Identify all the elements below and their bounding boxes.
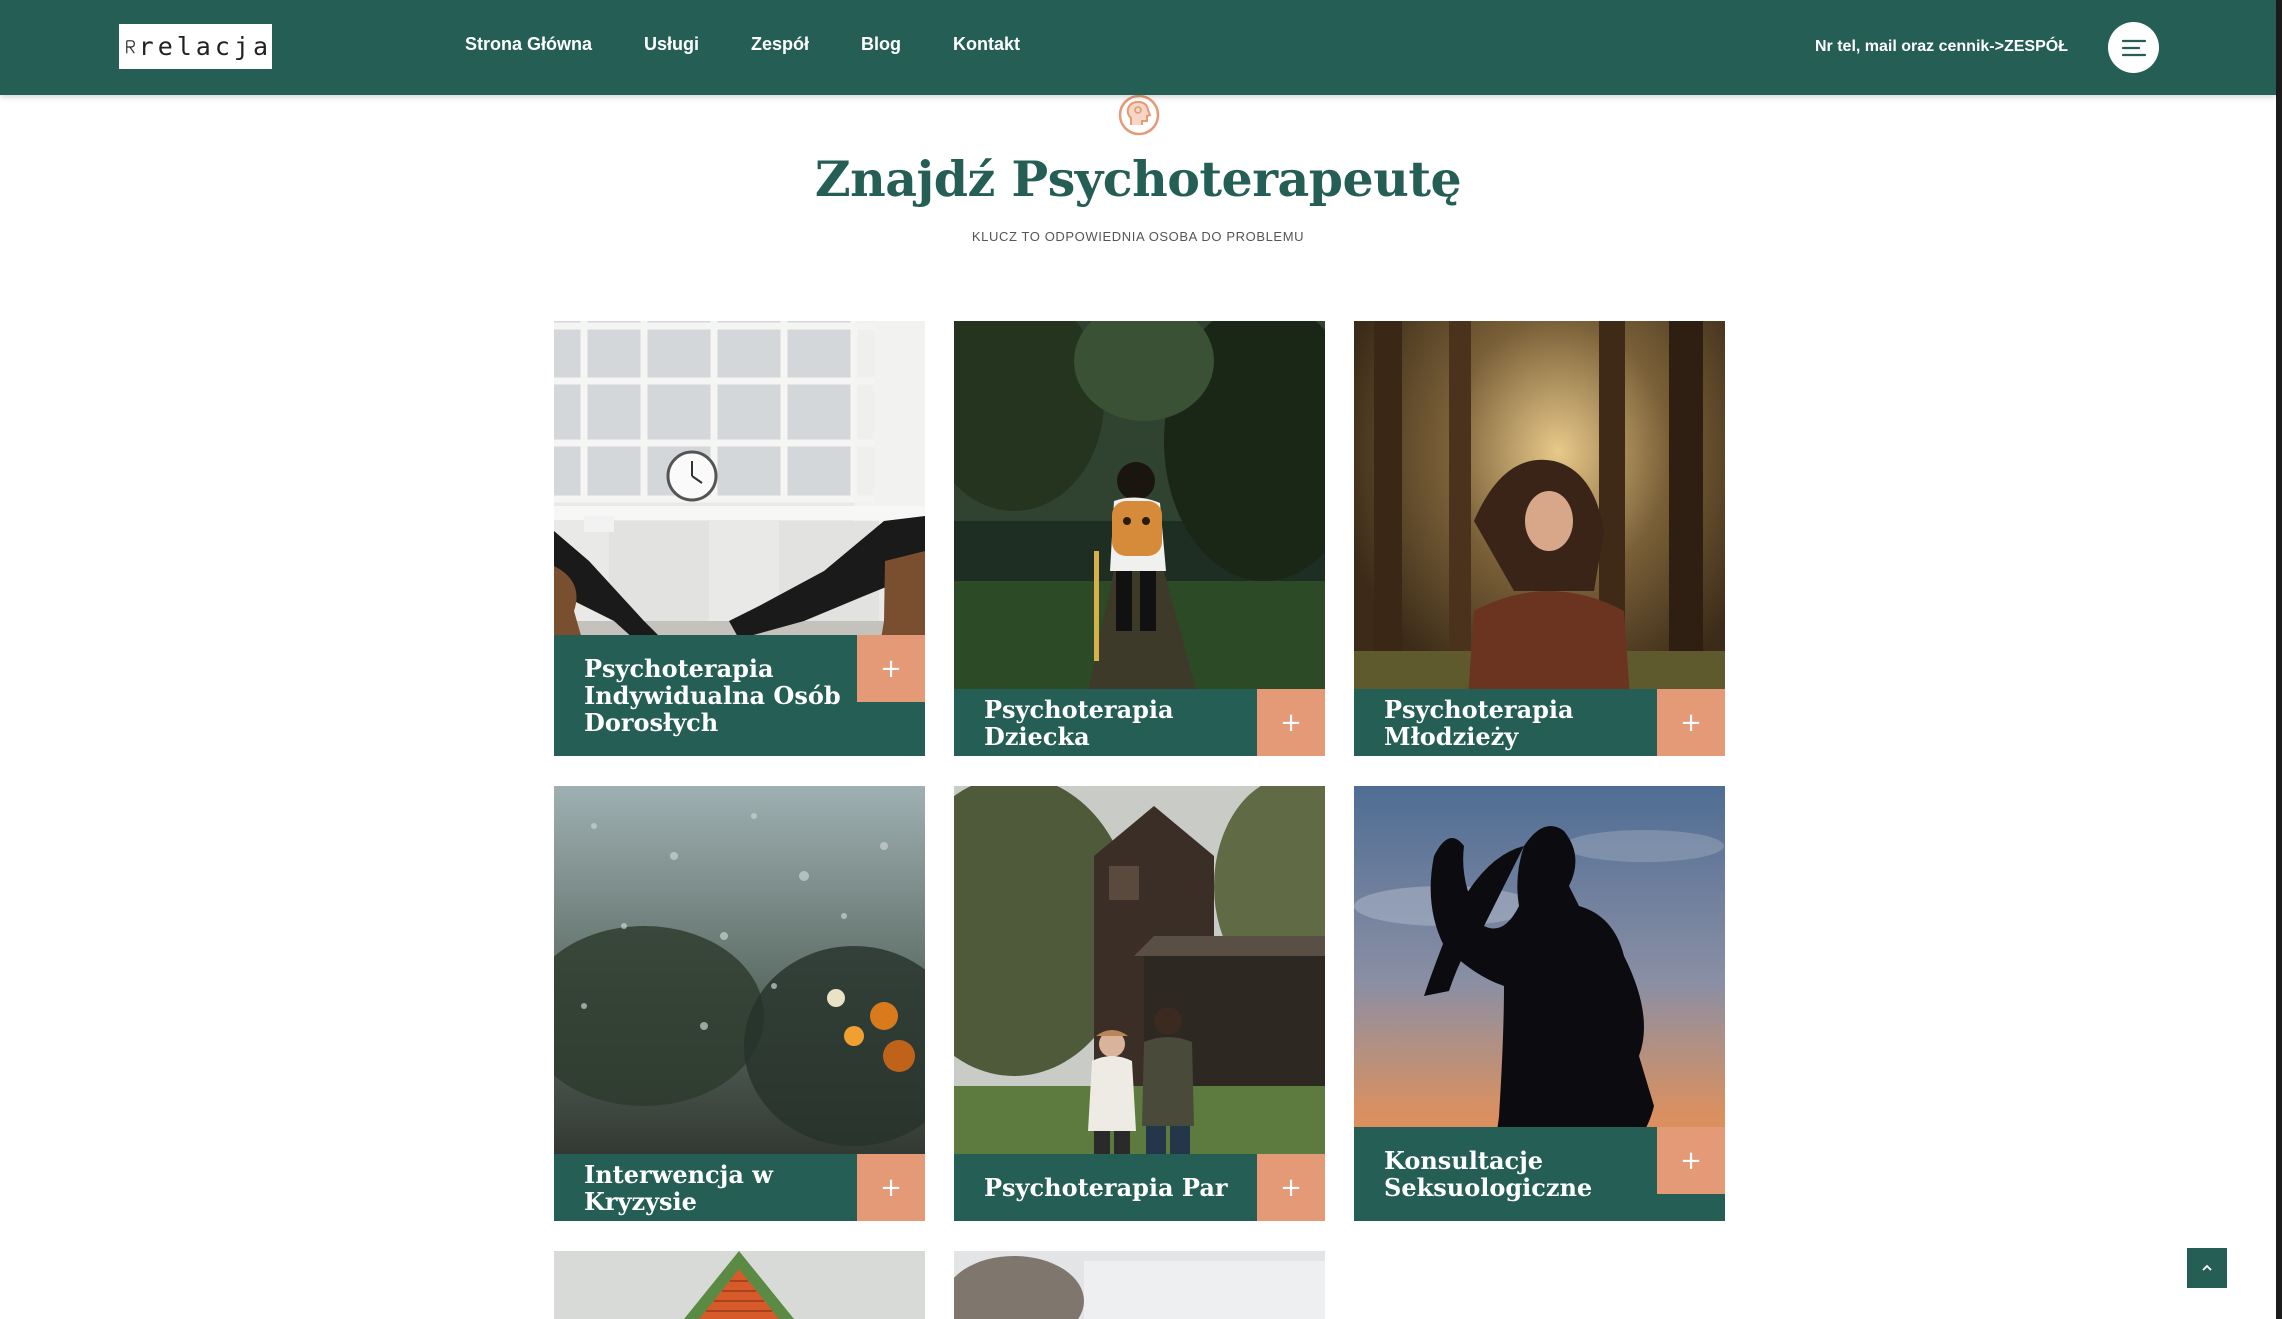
head-icon (1118, 94, 1160, 136)
card-label: Psychoterapia Młodzieży (1354, 689, 1657, 756)
plus-icon: + (880, 1172, 902, 1203)
nav-home[interactable]: Strona Główna (465, 34, 592, 55)
card-label: Psychoterapia Dziecka (954, 689, 1257, 756)
main-nav: Strona Główna Usługi Zespół Blog Kontakt (465, 34, 1072, 55)
logo[interactable]: relacja (119, 24, 272, 69)
plus-icon: + (1680, 707, 1702, 738)
card-title: Psychoterapia Par (984, 1173, 1228, 1202)
plus-icon: + (880, 653, 902, 684)
expand-plus-button[interactable]: + (1257, 1154, 1325, 1221)
card-title: Psychoterapia Młodzieży (1384, 694, 1574, 751)
plus-icon: + (1280, 707, 1302, 738)
card-title: Interwencja w Kryzysie (584, 1159, 773, 1216)
service-card-crisis[interactable]: Interwencja w Kryzysie + (554, 786, 925, 1221)
expand-plus-button[interactable]: + (1257, 689, 1325, 756)
hamburger-icon (2121, 39, 2146, 56)
scroll-to-top-button[interactable] (2187, 1248, 2227, 1288)
menu-button[interactable] (2108, 22, 2159, 73)
contact-note-link[interactable]: Nr tel, mail oraz cennik->ZESPÓŁ (1815, 38, 2068, 56)
nav-services[interactable]: Usługi (644, 34, 699, 55)
plus-icon: + (1280, 1172, 1302, 1203)
section-title: Znajdź Psychoterapeutę (814, 150, 1462, 208)
expand-plus-button[interactable]: + (1657, 689, 1725, 756)
window-edge (2276, 0, 2282, 1319)
plus-icon: + (1680, 1145, 1702, 1176)
card-title: Psychoterapia Indywidualna Osób Dorosłyc… (584, 654, 841, 737)
service-card-couples[interactable]: Psychoterapia Par + (954, 786, 1325, 1221)
service-card-partial[interactable] (554, 1251, 925, 1319)
chevron-up-icon (2202, 1264, 2212, 1271)
card-label: Psychoterapia Indywidualna Osób Dorosłyc… (554, 635, 857, 756)
expand-plus-button[interactable]: + (857, 635, 925, 702)
card-title: Konsultacje Seksuologiczne (1384, 1146, 1593, 1202)
blurred-person-image (954, 1251, 1325, 1319)
expand-plus-button[interactable]: + (857, 1154, 925, 1221)
card-band (857, 702, 925, 756)
card-label: Konsultacje Seksuologiczne (1354, 1127, 1657, 1221)
service-card-individual[interactable]: Psychoterapia Indywidualna Osób Dorosłyc… (554, 321, 925, 756)
expand-plus-button[interactable]: + (1657, 1127, 1725, 1194)
nav-contact[interactable]: Kontakt (953, 34, 1020, 55)
site-header: relacja Strona Główna Usługi Zespół Blog… (0, 0, 2276, 95)
service-card-partial[interactable] (954, 1251, 1325, 1319)
service-card-child[interactable]: Psychoterapia Dziecka + (954, 321, 1325, 756)
section-subtitle: KLUCZ TO ODPOWIEDNIA OSOBA DO PROBLEMU (971, 229, 1305, 244)
nav-team[interactable]: Zespół (751, 34, 809, 55)
house-roof-image (554, 1251, 925, 1319)
card-label: Interwencja w Kryzysie (554, 1154, 857, 1221)
card-band (1657, 1194, 1725, 1221)
service-card-youth[interactable]: Psychoterapia Młodzieży + (1354, 321, 1725, 756)
logo-text: relacja (138, 32, 272, 61)
logo-mark-icon (126, 39, 135, 54)
service-card-sexology[interactable]: Konsultacje Seksuologiczne + (1354, 786, 1725, 1221)
card-label: Psychoterapia Par (954, 1154, 1257, 1221)
card-title: Psychoterapia Dziecka (984, 694, 1174, 751)
nav-blog[interactable]: Blog (861, 34, 901, 55)
